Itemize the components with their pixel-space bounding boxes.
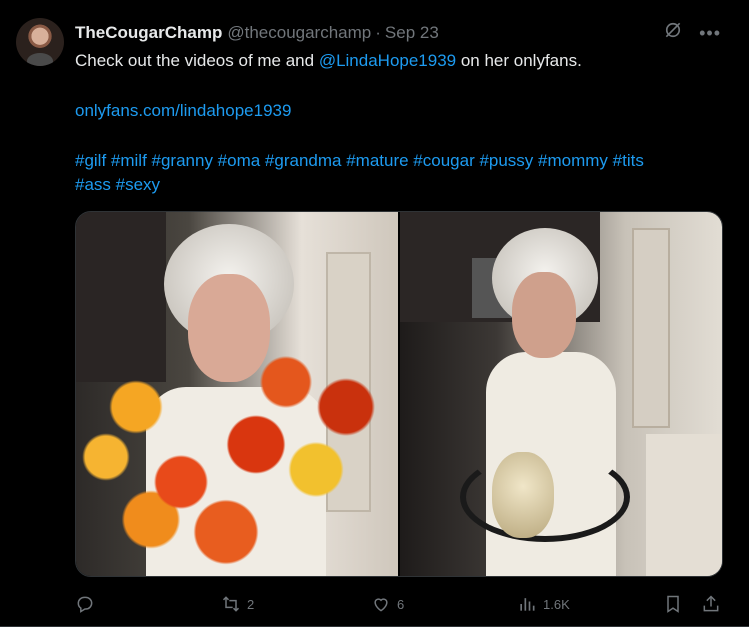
like-count: 6: [397, 596, 405, 612]
retweet-icon: [222, 596, 240, 612]
tweet-actions: 2 6 1.6K: [75, 592, 723, 616]
views-icon: [520, 598, 535, 611]
share-icon: [703, 595, 719, 612]
reply-button[interactable]: [75, 592, 95, 616]
like-button[interactable]: 6: [371, 592, 404, 616]
text-line-1: Check out the videos of me and @LindaHop…: [75, 49, 735, 73]
heart-icon: [374, 598, 388, 612]
user-handle[interactable]: @thecougarchamp: [227, 23, 371, 43]
separator-dot: ·: [375, 23, 381, 42]
views-count: 1.6K: [543, 596, 570, 612]
share-button[interactable]: [701, 592, 721, 616]
bookmark-button[interactable]: [663, 592, 683, 616]
more-icon[interactable]: •••: [699, 23, 721, 43]
tweet-text: Check out the videos of me and @LindaHop…: [75, 49, 735, 197]
text-line-link: onlyfans.com/lindahope1939: [75, 99, 735, 123]
tweet-top-actions: •••: [663, 20, 721, 45]
photo-woman-with-leaves[interactable]: [76, 212, 398, 576]
external-link[interactable]: onlyfans.com/lindahope1939: [75, 101, 291, 120]
retweet-button[interactable]: 2: [221, 592, 254, 616]
tweet[interactable]: TheCougarChamp @thecougarchamp · Sep 23 …: [0, 0, 749, 627]
door: [632, 228, 670, 428]
views-button[interactable]: 1.6K: [517, 592, 570, 616]
counter: [646, 434, 722, 576]
avatar[interactable]: [16, 18, 64, 66]
hashtags[interactable]: #gilf #milf #granny #oma #grandma #matur…: [75, 151, 644, 170]
post-date[interactable]: Sep 23: [385, 23, 439, 43]
photo-woman-with-mask[interactable]: [400, 212, 722, 576]
display-name[interactable]: TheCougarChamp: [75, 23, 222, 43]
mention-link[interactable]: @LindaHope1939: [319, 51, 456, 70]
bookmark-icon: [667, 595, 679, 613]
grok-icon[interactable]: [663, 20, 683, 45]
hashtags[interactable]: #ass #sexy: [75, 175, 160, 194]
reply-icon: [77, 596, 93, 613]
mask-prop: [492, 452, 554, 538]
media-grid: [75, 211, 723, 577]
tweet-header: TheCougarChamp @thecougarchamp · Sep 23: [75, 22, 439, 44]
text-segment: on her onlyfans.: [456, 51, 582, 70]
face: [512, 272, 576, 358]
text-segment: Check out the videos of me and: [75, 51, 319, 70]
retweet-count: 2: [247, 596, 255, 612]
hashtags-line-2: #ass #sexy: [75, 173, 735, 197]
hashtags-line-1: #gilf #milf #granny #oma #grandma #matur…: [75, 149, 735, 173]
autumn-leaves-wreath: [76, 332, 376, 576]
